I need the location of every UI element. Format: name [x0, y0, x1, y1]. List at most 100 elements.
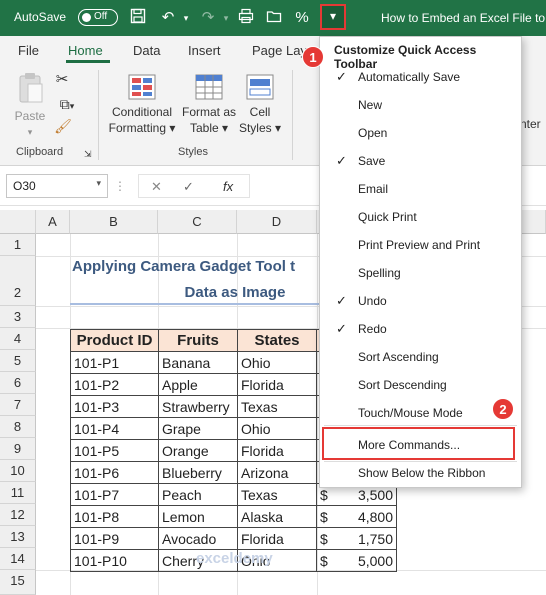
state-cell[interactable]: Texas	[237, 483, 317, 506]
paste-button[interactable]: Paste ▾	[12, 72, 48, 140]
row-header[interactable]: 14	[0, 548, 36, 570]
cell-styles-button[interactable]: Cell Styles ▾	[238, 74, 282, 136]
product-id-cell[interactable]: 101-P6	[70, 461, 159, 484]
format-as-table-button[interactable]: Format as Table ▾	[180, 74, 238, 136]
state-cell[interactable]: Florida	[237, 439, 317, 462]
product-id-cell[interactable]: 101-P3	[70, 395, 159, 418]
undo-icon[interactable]: ↶	[158, 8, 178, 28]
product-id-cell[interactable]: 101-P7	[70, 483, 159, 506]
row-header[interactable]: 15	[0, 570, 36, 595]
product-id-cell[interactable]: 101-P8	[70, 505, 159, 528]
amount-cell[interactable]: $1,750	[316, 527, 397, 550]
menu-item[interactable]: Email	[320, 175, 521, 203]
copy-icon[interactable]: ⧉▾	[54, 96, 80, 114]
redo-dropdown-icon[interactable]: ▾	[216, 8, 236, 28]
cut-icon[interactable]: ✂	[54, 72, 70, 88]
header-states[interactable]: States	[237, 329, 317, 352]
menu-item[interactable]: New	[320, 91, 521, 119]
conditional-formatting-button[interactable]: Conditional Formatting ▾	[106, 74, 178, 136]
row-header[interactable]: 13	[0, 526, 36, 548]
product-id-cell[interactable]: 101-P5	[70, 439, 159, 462]
menu-item[interactable]: Spelling	[320, 259, 521, 287]
menu-item[interactable]: Sort Descending	[320, 371, 521, 399]
row-header[interactable]: 9	[0, 438, 36, 460]
state-cell[interactable]: Ohio	[237, 417, 317, 440]
header-product-id[interactable]: Product ID	[70, 329, 159, 352]
fruit-cell[interactable]: Blueberry	[158, 461, 238, 484]
menu-item-label: Sort Ascending	[358, 350, 439, 364]
row-header[interactable]: 11	[0, 482, 36, 504]
row-header[interactable]: 12	[0, 504, 36, 526]
save-icon[interactable]	[128, 8, 148, 28]
cancel-icon[interactable]: ✕	[151, 179, 162, 195]
undo-dropdown-icon[interactable]: ▾	[176, 8, 196, 28]
row-header[interactable]: 1	[0, 234, 36, 256]
row-header[interactable]: 8	[0, 416, 36, 438]
amount-cell[interactable]: $4,800	[316, 505, 397, 528]
format-painter-icon[interactable]: 🖌	[54, 118, 72, 134]
fruit-cell[interactable]: Peach	[158, 483, 238, 506]
product-id-cell[interactable]: 101-P10	[70, 549, 159, 572]
menu-item[interactable]: Quick Print	[320, 203, 521, 231]
state-cell[interactable]: Ohio	[237, 351, 317, 374]
row-header[interactable]: 4	[0, 328, 36, 350]
fx-icon[interactable]: fx	[223, 179, 233, 194]
product-id-cell[interactable]: 101-P2	[70, 373, 159, 396]
state-cell[interactable]: Alaska	[237, 505, 317, 528]
col-header-b[interactable]: B	[70, 210, 158, 234]
fruit-cell[interactable]: Grape	[158, 417, 238, 440]
print-preview-icon[interactable]	[236, 8, 256, 28]
redo-icon[interactable]: ↷	[198, 8, 218, 28]
row-header[interactable]: 10	[0, 460, 36, 482]
menu-item[interactable]: Touch/Mouse Mode	[320, 399, 521, 427]
menu-item[interactable]: ✓ Save	[320, 147, 521, 175]
product-id-cell[interactable]: 101-P9	[70, 527, 159, 550]
header-fruits[interactable]: Fruits	[158, 329, 238, 352]
fruit-cell[interactable]: Apple	[158, 373, 238, 396]
show-below-ribbon-item[interactable]: Show Below the Ribbon	[320, 459, 521, 487]
state-cell[interactable]: Florida	[237, 373, 317, 396]
col-header-a[interactable]: A	[36, 210, 70, 234]
more-options-icon[interactable]: ⋮	[114, 178, 126, 194]
menu-item-label: Email	[358, 182, 389, 196]
state-cell[interactable]: Florida	[237, 527, 317, 550]
state-cell[interactable]: Arizona	[237, 461, 317, 484]
title-underline	[70, 303, 320, 305]
percent-style-icon[interactable]: %	[292, 8, 312, 28]
menu-item[interactable]: Sort Ascending	[320, 343, 521, 371]
clipboard-launcher-icon[interactable]: ⇲	[84, 146, 92, 162]
row-header[interactable]: 7	[0, 394, 36, 416]
name-box[interactable]: O30 ▾	[6, 174, 108, 198]
tab-data[interactable]: Data	[133, 43, 160, 58]
product-id-cell[interactable]: 101-P1	[70, 351, 159, 374]
tab-page-layout[interactable]: Page Lay	[252, 43, 307, 58]
product-id-cell[interactable]: 101-P4	[70, 417, 159, 440]
customize-qat-button[interactable]: ▾	[320, 4, 346, 30]
fruit-cell[interactable]: Lemon	[158, 505, 238, 528]
fruit-cell[interactable]: Orange	[158, 439, 238, 462]
autosave-toggle[interactable]: Off	[78, 9, 118, 26]
fruit-cell[interactable]: Strawberry	[158, 395, 238, 418]
state-cell[interactable]: Texas	[237, 395, 317, 418]
row-header[interactable]: 6	[0, 372, 36, 394]
col-header-d[interactable]: D	[237, 210, 317, 234]
row-header[interactable]: 3	[0, 306, 36, 328]
row-header[interactable]: 2	[0, 256, 36, 306]
menu-item[interactable]: ✓ Automatically Save	[320, 63, 521, 91]
row-header[interactable]: 5	[0, 350, 36, 372]
amount-cell[interactable]: $5,000	[316, 549, 397, 572]
tab-home[interactable]: Home	[68, 43, 103, 58]
tab-file[interactable]: File	[18, 43, 39, 58]
tab-insert[interactable]: Insert	[188, 43, 221, 58]
menu-item[interactable]: Open	[320, 119, 521, 147]
open-folder-icon[interactable]	[264, 8, 284, 28]
fruit-cell[interactable]: Avocado	[158, 527, 238, 550]
enter-icon[interactable]: ✓	[183, 179, 194, 195]
group-separator	[98, 70, 99, 160]
menu-item[interactable]: ✓ Redo	[320, 315, 521, 343]
menu-item[interactable]: ✓ Undo	[320, 287, 521, 315]
fruit-cell[interactable]: Banana	[158, 351, 238, 374]
select-all-corner[interactable]	[0, 210, 36, 234]
col-header-c[interactable]: C	[158, 210, 237, 234]
menu-item[interactable]: Print Preview and Print	[320, 231, 521, 259]
